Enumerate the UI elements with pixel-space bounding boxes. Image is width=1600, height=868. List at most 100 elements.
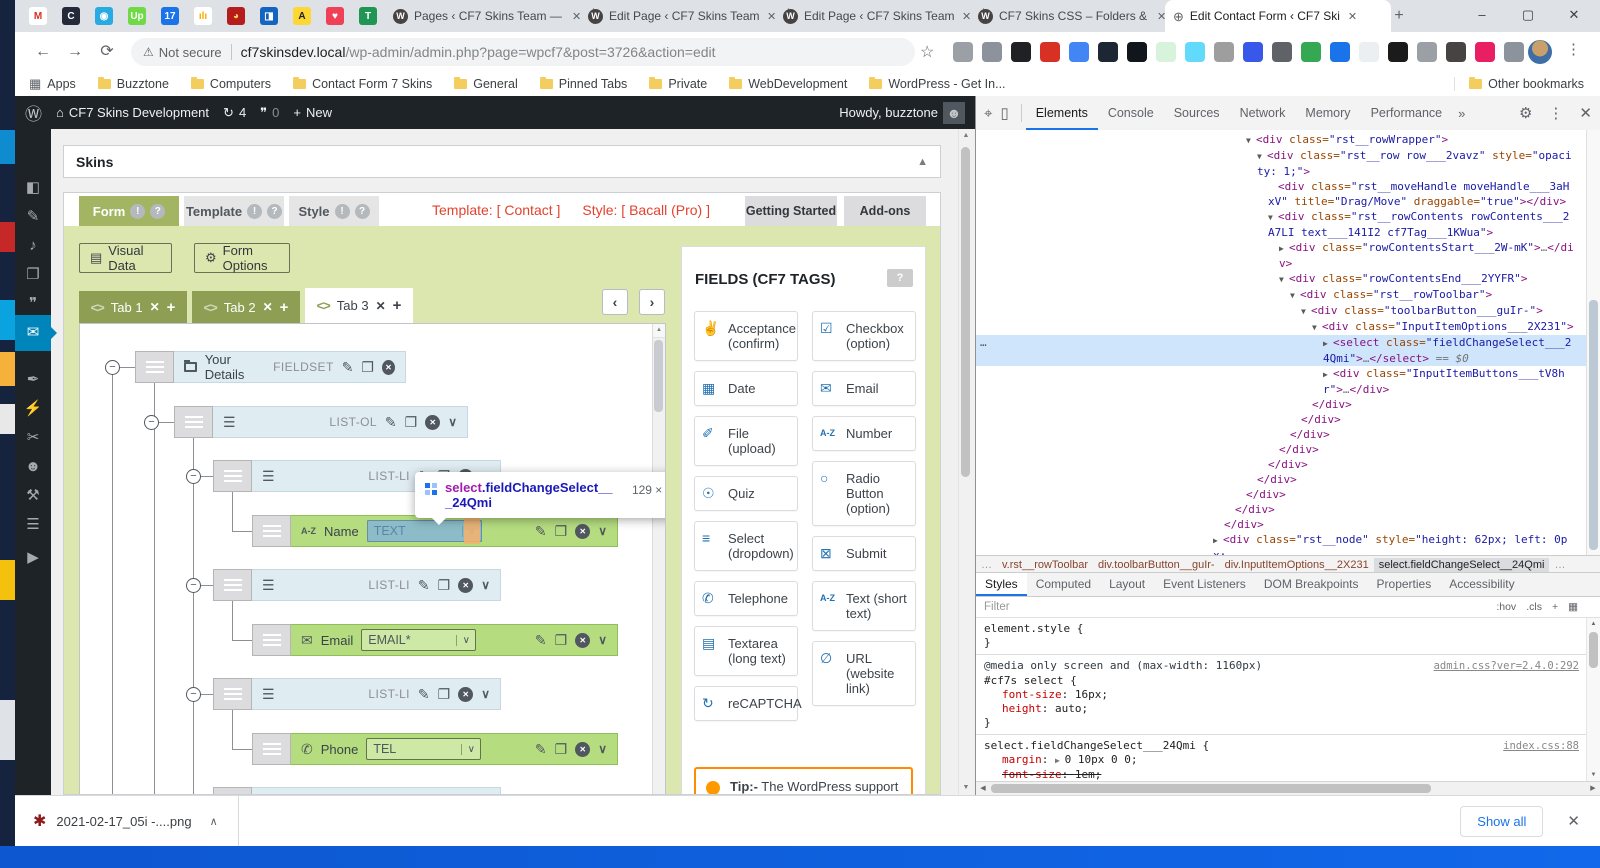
field-button[interactable]: ⊠Submit [812, 536, 916, 571]
field-button[interactable]: A-ZNumber [812, 416, 916, 451]
pinned-tab-docs-app[interactable]: ◨ [260, 7, 278, 25]
devtools-close-icon[interactable]: ✕ [1571, 104, 1600, 122]
skins-metabox-header[interactable]: Skins ▲ [63, 145, 941, 178]
delete-icon[interactable]: ✕ [575, 742, 590, 757]
list-row[interactable]: ☰LIST-LI✎❐✕∨ [213, 678, 501, 710]
dom-tree-line[interactable]: </div> [976, 517, 1588, 532]
list-row[interactable]: ☰LIST-LI✎❐✕∨ [213, 787, 501, 795]
field-button[interactable]: ∅URL (website link) [812, 641, 916, 706]
breadcrumb-item[interactable]: div.toolbarButton__guIr- [1093, 558, 1220, 572]
wp-page-scrollbar[interactable]: ▲ ▼ [958, 129, 973, 795]
extension-icon[interactable] [1388, 42, 1408, 62]
sidebar-item-posts[interactable]: ✎ [15, 202, 51, 231]
browser-tab[interactable]: WEdit Page ‹ CF7 Skins Team —✕ [775, 0, 984, 32]
tab-close-icon[interactable]: ✕ [1348, 10, 1357, 23]
tree-scrollbar[interactable]: ▲ [652, 324, 665, 795]
scrollbar-thumb[interactable] [1589, 632, 1598, 668]
devtools-tab-elements[interactable]: Elements [1026, 97, 1098, 130]
dom-tree-line[interactable]: </div> [976, 397, 1588, 412]
delete-icon[interactable]: ✕ [425, 415, 440, 430]
pinned-tab-blue-app[interactable]: ◉ [95, 7, 113, 25]
expand-arrow-icon[interactable]: ▶ [1055, 756, 1065, 765]
dom-tree-line[interactable]: </div> [976, 412, 1588, 427]
bookmark-star-icon[interactable]: ☆ [920, 42, 934, 62]
close-button[interactable]: ✕ [1552, 0, 1596, 30]
panel-icon[interactable]: ▦ [1568, 601, 1578, 613]
sidebar-item-users[interactable]: ☻ [15, 452, 51, 481]
wp-account-menu[interactable]: Howdy, buzztone ☻ [839, 102, 975, 124]
device-toolbar-icon[interactable]: ▯ [1000, 104, 1016, 122]
copy-icon[interactable]: ❐ [438, 686, 451, 703]
pinned-tab-analytics[interactable]: ılı [194, 7, 212, 25]
field-type-select[interactable]: TEL∨ [366, 738, 481, 760]
drag-handle[interactable] [213, 569, 252, 601]
field-button[interactable]: ▤Textarea (long text) [694, 626, 798, 676]
extension-icon[interactable] [1098, 42, 1118, 62]
alert-badge[interactable]: ! [247, 204, 262, 219]
tab-addons[interactable]: Add-ons [844, 196, 926, 226]
delete-icon[interactable]: ✕ [382, 360, 395, 375]
tab-template[interactable]: Template ! ? [184, 196, 284, 226]
breadcrumb-item[interactable]: select.fieldChangeSelect__24Qmi [1374, 558, 1550, 572]
bookmark-folder[interactable]: Private [649, 77, 707, 91]
extension-icon[interactable] [982, 42, 1002, 62]
drag-handle[interactable] [213, 678, 252, 710]
wp-comments[interactable]: ❞ 0 [260, 105, 279, 121]
drag-handle[interactable] [213, 460, 252, 492]
cls-toggle[interactable]: .cls [1526, 601, 1542, 613]
css-property[interactable]: font-size: 16px; [984, 688, 1579, 702]
sidebar-item-comments[interactable]: ❞ [15, 289, 51, 318]
chevron-down-icon[interactable]: ∨ [598, 633, 607, 647]
field-button[interactable]: ✉Email [812, 371, 916, 406]
filter-input[interactable]: Filter [976, 601, 1010, 613]
devtools-tab-performance[interactable]: Performance [1361, 97, 1453, 130]
drag-handle[interactable] [213, 787, 252, 795]
dom-tree-line[interactable]: <div class="rst__moveHandle moveHandle__… [976, 179, 1588, 209]
delete-icon[interactable]: ✕ [575, 524, 590, 539]
chevron-down-icon[interactable]: ∨ [598, 524, 607, 538]
breadcrumb-item[interactable]: … [1549, 558, 1570, 572]
pinned-tab-upwork[interactable]: Up [128, 7, 146, 25]
dom-tree-line[interactable]: ▼<div class="rst__rowToolbar"> [976, 287, 1588, 303]
bookmark-folder[interactable]: WebDevelopment [729, 77, 847, 91]
drag-handle[interactable] [135, 351, 174, 383]
devtools-tab-sources[interactable]: Sources [1164, 97, 1230, 130]
sidebar-item-appearance[interactable]: ✒ [15, 365, 51, 394]
dom-tree-line[interactable]: </div> [976, 442, 1588, 457]
field-button[interactable]: ○Radio Button (option) [812, 461, 916, 526]
sidebar-item-snippets[interactable]: ✂ [15, 423, 51, 452]
css-rule[interactable]: index.css:88select.fieldChangeSelect___2… [976, 735, 1587, 781]
drag-handle[interactable] [252, 515, 291, 547]
extension-icon[interactable] [1185, 42, 1205, 62]
extension-icon[interactable] [1301, 42, 1321, 62]
browser-tab[interactable]: WPages ‹ CF7 Skins Team — Wo✕ [385, 0, 594, 32]
new-rule-icon[interactable]: + [1552, 601, 1558, 613]
alert-badge[interactable]: ! [335, 204, 350, 219]
css-property[interactable]: font-size: 1em; [984, 768, 1579, 781]
extension-icon[interactable] [1069, 42, 1089, 62]
visual-data-button[interactable]: ▤ Visual Data [79, 243, 172, 273]
wp-new-button[interactable]: + New [293, 105, 332, 120]
browser-tab[interactable]: WEdit Page ‹ CF7 Skins Team —✕ [580, 0, 789, 32]
scrollbar-thumb[interactable] [991, 784, 1431, 793]
edit-icon[interactable]: ✎ [418, 577, 430, 594]
form-options-button[interactable]: ⚙ Form Options [194, 243, 290, 273]
chevron-down-icon[interactable]: ∨ [598, 742, 607, 756]
styles-tab-layout[interactable]: Layout [1100, 573, 1154, 596]
prev-tab-button[interactable]: ‹ [602, 289, 628, 315]
extension-icon[interactable] [1330, 42, 1350, 62]
list-row[interactable]: ☰LIST-OL✎❐✕∨ [174, 406, 468, 438]
extension-icon[interactable] [1040, 42, 1060, 62]
scroll-up-icon[interactable]: ▲ [959, 129, 973, 143]
styles-pane[interactable]: element.style {}@media only screen and (… [976, 618, 1587, 781]
bookmark-folder[interactable]: General [454, 77, 517, 91]
close-tab-icon[interactable]: ✕ [150, 300, 160, 314]
copy-icon[interactable]: ❐ [361, 359, 374, 376]
wp-site-link[interactable]: ⌂ CF7 Skins Development [56, 105, 209, 120]
add-tab-icon[interactable]: + [280, 299, 289, 316]
dom-tree-line[interactable]: ▼<div class="toolbarButton___guIr-"> [976, 303, 1588, 319]
field-type-select[interactable]: EMAIL*∨ [361, 629, 476, 651]
copy-icon[interactable]: ❐ [555, 523, 568, 540]
minimize-button[interactable]: – [1460, 0, 1504, 30]
drag-handle[interactable] [174, 406, 213, 438]
